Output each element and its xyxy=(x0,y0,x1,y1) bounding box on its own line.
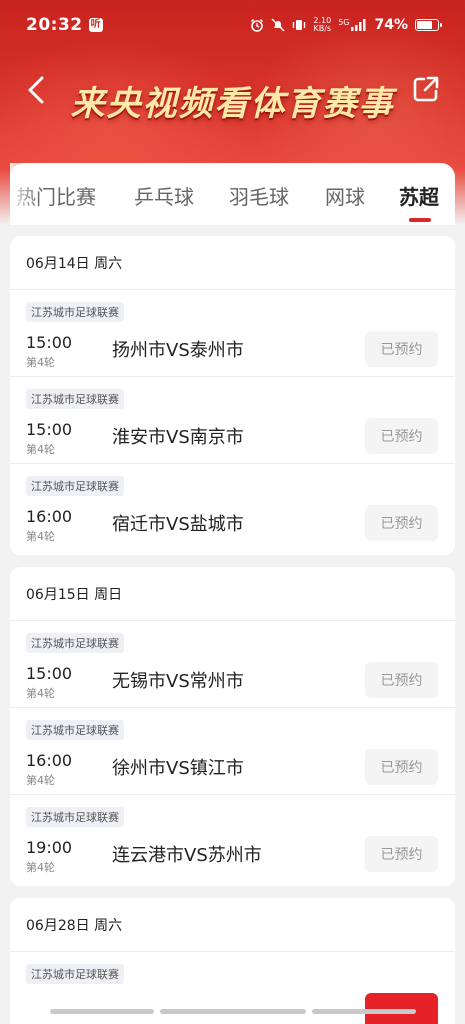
day-card: 06月15日 周日 江苏城市足球联赛 15:00 第4轮 无锡市VS常州市 已预… xyxy=(10,567,455,886)
match-teams: 宿迁市VS盐城市 xyxy=(112,514,244,535)
match-time: 15:00 xyxy=(26,333,73,352)
match-teams: 淮安市VS南京市 xyxy=(112,427,244,448)
signal-icon xyxy=(351,19,366,31)
tab-badminton[interactable]: 羽毛球 xyxy=(229,181,289,210)
match-teams: 扬州市VS泰州市 xyxy=(112,340,244,361)
mute-bell-icon xyxy=(271,18,285,32)
app-badge: 听 xyxy=(88,18,103,32)
match-time: 15:00 xyxy=(26,420,73,439)
battery-icon xyxy=(415,19,442,31)
match-round: 第4轮 xyxy=(26,356,55,369)
match-round: 第4轮 xyxy=(26,774,55,787)
status-time: 20:32 xyxy=(26,15,83,35)
day-card: 06月14日 周六 江苏城市足球联赛 15:00 第4轮 扬州市VS泰州市 已预… xyxy=(10,236,455,555)
booked-button[interactable]: 已预约 xyxy=(365,418,438,454)
tab-fade xyxy=(10,163,40,223)
match-round: 第4轮 xyxy=(26,530,55,543)
league-tag: 江苏城市足球联赛 xyxy=(26,720,124,740)
match-time: 16:00 xyxy=(26,751,73,770)
match-row[interactable]: 江苏城市足球联赛 15:00 第4轮 无锡市VS常州市 已预约 xyxy=(10,621,455,708)
tab-tennis[interactable]: 网球 xyxy=(325,181,365,210)
status-icons: 2.10 KB/s 5G 74% xyxy=(250,16,442,33)
booked-button[interactable]: 已预约 xyxy=(365,331,438,367)
league-tag: 江苏城市足球联赛 xyxy=(26,476,124,496)
league-tag: 江苏城市足球联赛 xyxy=(26,633,124,653)
booked-button[interactable]: 已预约 xyxy=(365,662,438,698)
status-bar: 20:32 听 2.10 KB/s 5G 74% xyxy=(0,0,465,50)
share-icon xyxy=(413,76,439,102)
league-tag: 江苏城市足球联赛 xyxy=(26,389,124,409)
tab-suchao[interactable]: 苏超 xyxy=(399,181,439,210)
day-date: 06月15日 周日 xyxy=(10,567,455,621)
league-tag: 江苏城市足球联赛 xyxy=(26,807,124,827)
home-bar-segment xyxy=(49,1008,154,1014)
back-arrow-icon xyxy=(28,76,44,104)
booked-button[interactable]: 已预约 xyxy=(365,836,438,872)
share-button[interactable] xyxy=(409,72,443,106)
match-row[interactable]: 江苏城市足球联赛 16:00 第4轮 徐州市VS镇江市 已预约 xyxy=(10,708,455,795)
match-row[interactable]: 江苏城市足球联赛 19:00 第4轮 连云港市VS苏州市 已预约 xyxy=(10,795,455,882)
match-teams: 无锡市VS常州市 xyxy=(112,671,244,692)
tab-table-tennis[interactable]: 乒乓球 xyxy=(134,181,194,210)
page-title: 来央视频看体育赛事 xyxy=(70,84,395,124)
network-speed: 2.10 KB/s xyxy=(313,16,332,33)
day-date: 06月14日 周六 xyxy=(10,236,455,290)
home-bar-segment xyxy=(311,1008,416,1014)
league-tag: 江苏城市足球联赛 xyxy=(26,302,124,322)
vibrate-icon xyxy=(293,20,306,30)
match-row[interactable]: 江苏城市足球联赛 15:00 第4轮 扬州市VS泰州市 已预约 xyxy=(10,290,455,377)
booked-button[interactable]: 已预约 xyxy=(365,505,438,541)
match-teams: 徐州市VS镇江市 xyxy=(112,758,244,779)
match-row[interactable]: 江苏城市足球联赛 15:00 第4轮 淮安市VS南京市 已预约 xyxy=(10,377,455,464)
alarm-icon xyxy=(251,18,264,32)
match-time: 15:00 xyxy=(26,664,73,683)
match-time: 16:00 xyxy=(26,507,73,526)
league-tag: 江苏城市足球联赛 xyxy=(26,964,124,984)
battery-percent: 74% xyxy=(374,17,408,33)
booked-button[interactable]: 已预约 xyxy=(365,749,438,785)
tab-bar: 热门比赛 乒乓球 羽毛球 网球 苏超 xyxy=(10,163,455,225)
home-indicator xyxy=(0,998,465,1024)
home-bar-segment xyxy=(159,1008,306,1014)
back-button[interactable] xyxy=(22,70,52,110)
match-time: 19:00 xyxy=(26,838,73,857)
match-row[interactable]: 江苏城市足球联赛 16:00 第4轮 宿迁市VS盐城市 已预约 xyxy=(10,464,455,551)
match-round: 第4轮 xyxy=(26,687,55,700)
signal-5g: 5G xyxy=(338,19,367,31)
day-date: 06月28日 周六 xyxy=(10,898,455,952)
match-teams: 连云港市VS苏州市 xyxy=(112,845,262,866)
match-round: 第4轮 xyxy=(26,443,55,456)
nav-bar: 来央视频看体育赛事 xyxy=(0,62,465,124)
active-tab-indicator xyxy=(409,218,431,222)
match-round: 第4轮 xyxy=(26,861,55,874)
